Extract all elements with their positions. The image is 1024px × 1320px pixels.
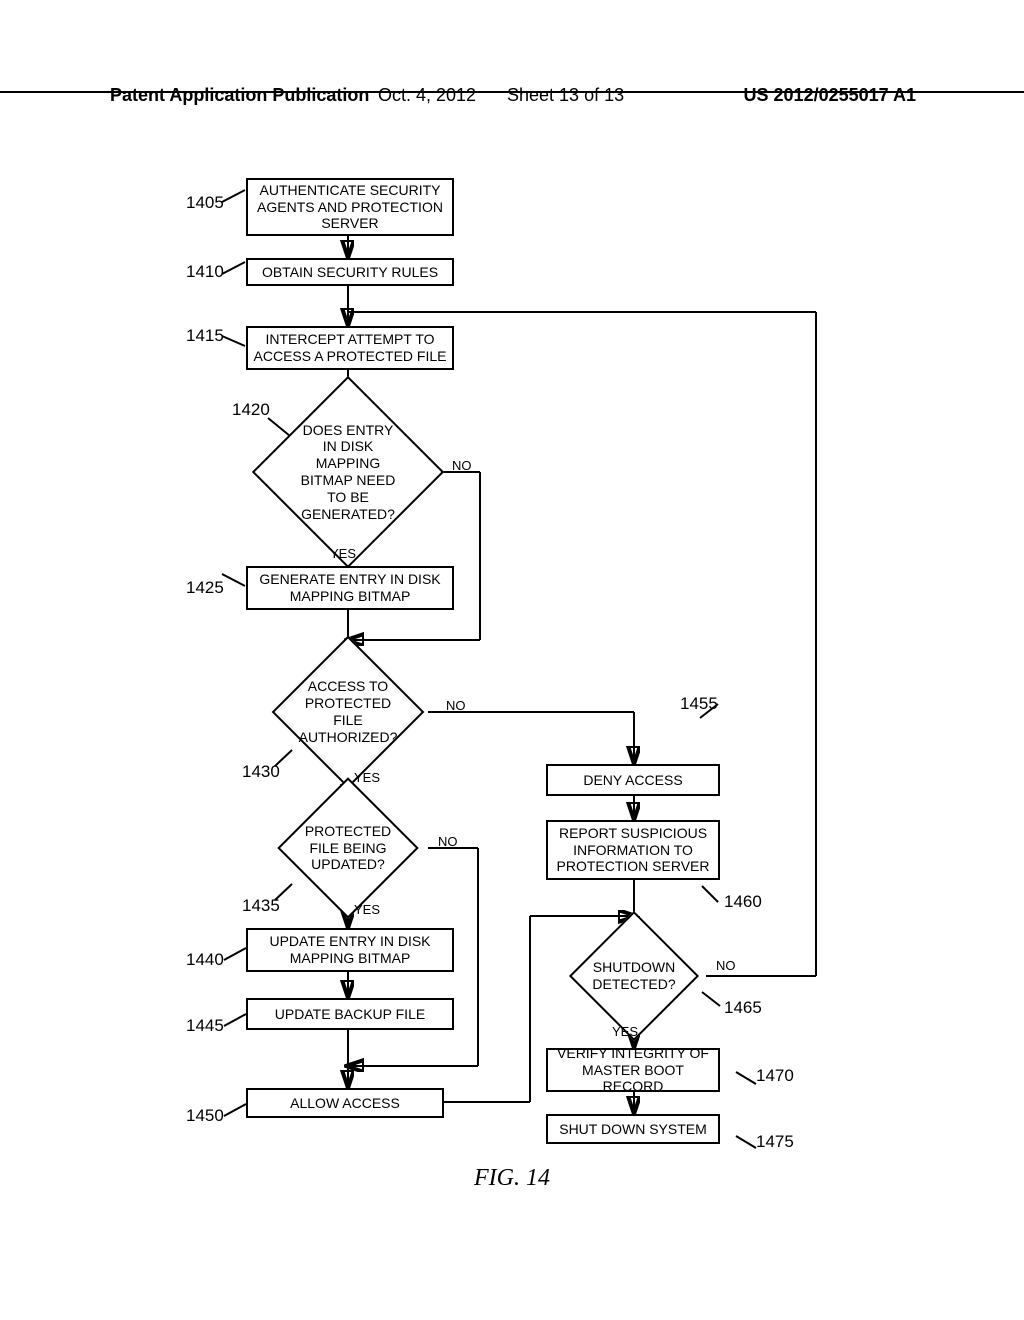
- step-generate-entry: GENERATE ENTRY IN DISK MAPPING BITMAP: [246, 566, 454, 610]
- flow-1435-yes: YES: [354, 902, 380, 917]
- page-header: Patent Application Publication Oct. 4, 2…: [0, 85, 1024, 93]
- ref-1435: 1435: [242, 896, 280, 916]
- step-shutdown-system: SHUT DOWN SYSTEM: [546, 1114, 720, 1144]
- ref-1450: 1450: [186, 1106, 224, 1126]
- ref-1440: 1440: [186, 950, 224, 970]
- decision-access-authorized: ACCESS TO PROTECTED FILE AUTHORIZED?: [294, 658, 402, 766]
- ref-1475: 1475: [756, 1132, 794, 1152]
- decision-file-updated: PROTECTED FILE BEING UPDATED?: [298, 798, 398, 898]
- ref-1445: 1445: [186, 1016, 224, 1036]
- ref-1420: 1420: [232, 400, 270, 420]
- figure-title: FIG. 14: [0, 1165, 1024, 1192]
- pub-number: US 2012/0255017 A1: [744, 85, 916, 106]
- ref-1455: 1455: [680, 694, 718, 714]
- flow-1420-yes: YES: [330, 546, 356, 561]
- step-deny-access: DENY ACCESS: [546, 764, 720, 796]
- flow-1465-no: NO: [716, 958, 736, 973]
- flow-1435-no: NO: [438, 834, 458, 849]
- pub-type: Patent Application Publication: [110, 85, 369, 106]
- flow-1420-no: NO: [452, 458, 472, 473]
- step-authenticate: AUTHENTICATE SECURITY AGENTS AND PROTECT…: [246, 178, 454, 236]
- ref-1415: 1415: [186, 326, 224, 346]
- ref-1410: 1410: [186, 262, 224, 282]
- sheet-number: Sheet 13 of 13: [507, 85, 624, 106]
- flow-1430-no: NO: [446, 698, 466, 713]
- step-allow-access: ALLOW ACCESS: [246, 1088, 444, 1118]
- step-report-suspicious: REPORT SUSPICIOUS INFORMATION TO PROTECT…: [546, 820, 720, 880]
- flow-1430-yes: YES: [354, 770, 380, 785]
- decision-disk-mapping-needed: DOES ENTRY IN DISK MAPPING BITMAP NEED T…: [280, 404, 416, 540]
- step-intercept: INTERCEPT ATTEMPT TO ACCESS A PROTECTED …: [246, 326, 454, 370]
- decision-shutdown-detected: SHUTDOWN DETECTED?: [588, 930, 680, 1022]
- ref-1460: 1460: [724, 892, 762, 912]
- step-update-entry: UPDATE ENTRY IN DISK MAPPING BITMAP: [246, 928, 454, 972]
- flow-connectors: [0, 0, 1024, 1320]
- ref-1430: 1430: [242, 762, 280, 782]
- step-verify-mbr: VERIFY INTEGRITY OF MASTER BOOT RECORD: [546, 1048, 720, 1092]
- ref-1470: 1470: [756, 1066, 794, 1086]
- ref-1425: 1425: [186, 578, 224, 598]
- pub-date: Oct. 4, 2012: [378, 85, 476, 106]
- step-obtain-rules: OBTAIN SECURITY RULES: [246, 258, 454, 286]
- ref-1405: 1405: [186, 193, 224, 213]
- ref-1465: 1465: [724, 998, 762, 1018]
- step-update-backup: UPDATE BACKUP FILE: [246, 998, 454, 1030]
- flow-1465-yes: YES: [612, 1024, 638, 1039]
